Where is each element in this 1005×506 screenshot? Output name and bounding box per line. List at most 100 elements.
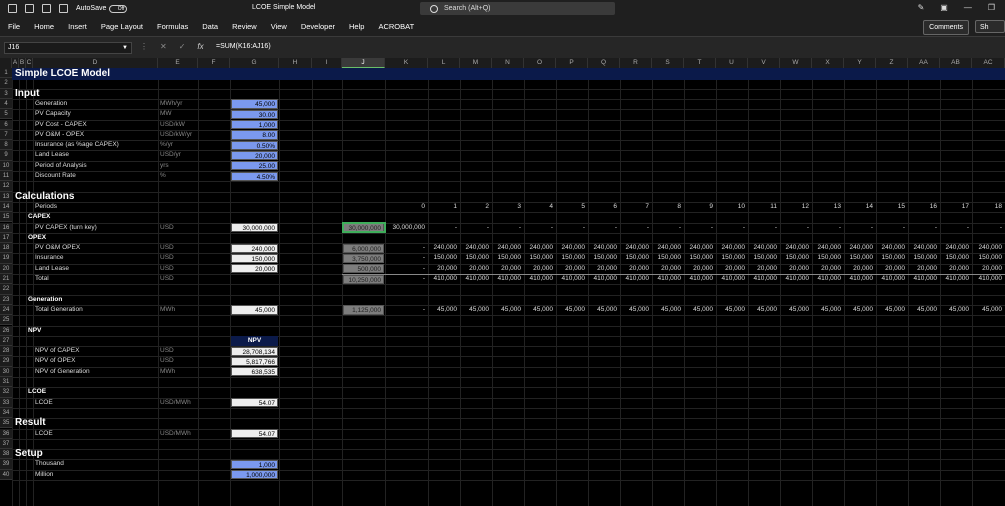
menu-tab-page-layout[interactable]: Page Layout xyxy=(101,22,143,31)
column-header-c[interactable]: C xyxy=(26,58,33,68)
column-header-l[interactable]: L xyxy=(428,58,460,68)
menu-tab-help[interactable]: Help xyxy=(349,22,364,31)
row-header-19[interactable]: 19 xyxy=(0,253,12,264)
cancel-icon[interactable]: ✕ xyxy=(160,42,167,51)
column-header-ac[interactable]: AC xyxy=(972,58,1005,68)
input-value-cell[interactable]: 1,000 xyxy=(231,120,278,130)
total-cell[interactable]: 240,000 xyxy=(231,243,278,253)
column-header-ab[interactable]: AB xyxy=(940,58,972,68)
row-header-23[interactable]: 23 xyxy=(0,294,12,305)
column-header-n[interactable]: N xyxy=(492,58,524,68)
row-header-39[interactable]: 39 xyxy=(0,459,12,470)
comments-button[interactable]: Comments xyxy=(923,20,969,35)
row-header-27[interactable]: 27 xyxy=(0,335,12,347)
sum-cell[interactable]: 500,000 xyxy=(343,264,384,274)
row-header-12[interactable]: 12 xyxy=(0,181,12,192)
search-input[interactable]: Search (Alt+Q) xyxy=(420,2,615,15)
row-header-25[interactable]: 25 xyxy=(0,315,12,326)
row-header-3[interactable]: 3 xyxy=(0,88,12,99)
pen-icon[interactable]: ✎ xyxy=(918,3,925,12)
menu-tab-acrobat[interactable]: ACROBAT xyxy=(378,22,414,31)
lcoe-value-cell[interactable]: 54.07 xyxy=(231,398,278,408)
formula-input[interactable]: =SUM(K16:AJ16) xyxy=(216,43,271,50)
name-box[interactable]: J16 ▼ xyxy=(4,42,132,54)
setup-value-cell[interactable]: 1,000,000 xyxy=(231,470,278,480)
row-header-33[interactable]: 33 xyxy=(0,397,12,408)
sum-cell[interactable]: 6,000,000 xyxy=(343,243,384,253)
column-header-t[interactable]: T xyxy=(684,58,716,68)
row-header-13[interactable]: 13 xyxy=(0,191,12,202)
column-header-y[interactable]: Y xyxy=(844,58,876,68)
column-header-g[interactable]: G xyxy=(230,58,279,68)
column-header-aa[interactable]: AA xyxy=(908,58,940,68)
sum-cell[interactable]: 10,250,000 xyxy=(343,274,384,284)
row-header-29[interactable]: 29 xyxy=(0,356,12,367)
row-header-38[interactable]: 38 xyxy=(0,449,12,460)
row-header-15[interactable]: 15 xyxy=(0,212,12,223)
row-header-40[interactable]: 40 xyxy=(0,469,12,480)
input-value-cell[interactable]: 8.00 xyxy=(231,130,278,140)
menu-tab-data[interactable]: Data xyxy=(202,22,218,31)
column-header-x[interactable]: X xyxy=(812,58,844,68)
more-options-icon[interactable]: ⋮ xyxy=(140,42,148,51)
column-header-o[interactable]: O xyxy=(524,58,556,68)
redo-icon[interactable] xyxy=(59,4,68,13)
npv-value-cell[interactable]: 638,535 xyxy=(231,367,278,377)
row-header-16[interactable]: 16 xyxy=(0,222,12,233)
column-header-b[interactable]: B xyxy=(19,58,26,68)
total-cell[interactable]: 150,000 xyxy=(231,253,278,264)
column-header-e[interactable]: E xyxy=(158,58,198,68)
autosave-toggle[interactable]: Off xyxy=(109,4,128,13)
enter-icon[interactable]: ✓ xyxy=(179,42,186,51)
column-header-m[interactable]: M xyxy=(460,58,492,68)
row-header-1[interactable]: 1 xyxy=(0,68,12,79)
column-header-u[interactable]: U xyxy=(716,58,748,68)
row-header-21[interactable]: 21 xyxy=(0,274,12,285)
row-header-2[interactable]: 2 xyxy=(0,78,12,89)
npv-value-cell[interactable]: 5,817,766 xyxy=(231,356,278,367)
total-cell[interactable]: 45,000 xyxy=(231,305,278,315)
menu-tab-developer[interactable]: Developer xyxy=(301,22,335,31)
insert-function-icon[interactable]: fx xyxy=(197,42,203,51)
row-header-35[interactable]: 35 xyxy=(0,418,12,429)
column-header-r[interactable]: R xyxy=(620,58,652,68)
row-header-28[interactable]: 28 xyxy=(0,346,12,357)
input-value-cell[interactable]: 25.00 xyxy=(231,161,278,171)
share-button[interactable]: Sh xyxy=(975,20,1005,33)
column-header-d[interactable]: D xyxy=(33,58,158,68)
column-header-k[interactable]: K xyxy=(385,58,428,68)
input-value-cell[interactable]: 4.50% xyxy=(231,171,278,181)
select-all-corner[interactable] xyxy=(0,58,12,68)
column-header-h[interactable]: H xyxy=(279,58,312,68)
sum-cell[interactable]: 1,125,000 xyxy=(343,305,384,315)
column-header-a[interactable]: A xyxy=(12,58,19,68)
column-header-w[interactable]: W xyxy=(780,58,812,68)
row-header-5[interactable]: 5 xyxy=(0,109,12,120)
autosave-control[interactable]: AutoSave Off xyxy=(76,4,128,13)
row-header-8[interactable]: 8 xyxy=(0,140,12,151)
column-header-s[interactable]: S xyxy=(652,58,684,68)
document-title[interactable]: LCOE Simple Model xyxy=(252,4,315,11)
row-header-22[interactable]: 22 xyxy=(0,284,12,295)
input-value-cell[interactable]: 0.50% xyxy=(231,140,278,150)
row-header-10[interactable]: 10 xyxy=(0,160,12,171)
menu-tab-view[interactable]: View xyxy=(271,22,287,31)
spreadsheet-grid[interactable]: A B C D E F G H I J K L M N O P Q R S T U V W X Y Z AA AB AC 1 2 3 4 5 6 7 8… xyxy=(0,58,1005,506)
menu-tab-insert[interactable]: Insert xyxy=(68,22,87,31)
restore-icon[interactable]: ❐ xyxy=(988,3,995,12)
column-header-p[interactable]: P xyxy=(556,58,588,68)
column-header-i[interactable]: I xyxy=(312,58,342,68)
sum-cell[interactable]: 3,750,000 xyxy=(343,253,384,264)
row-header-24[interactable]: 24 xyxy=(0,304,12,316)
row-header-6[interactable]: 6 xyxy=(0,119,12,130)
undo-icon[interactable] xyxy=(42,4,51,13)
result-value-cell[interactable]: 54.07 xyxy=(231,429,278,439)
row-header-34[interactable]: 34 xyxy=(0,407,12,419)
column-header-v[interactable]: V xyxy=(748,58,780,68)
row-header-11[interactable]: 11 xyxy=(0,171,12,182)
row-header-30[interactable]: 30 xyxy=(0,366,12,377)
input-value-cell[interactable]: 45,000 xyxy=(231,99,278,109)
row-header-31[interactable]: 31 xyxy=(0,377,12,388)
row-header-36[interactable]: 36 xyxy=(0,428,12,439)
row-header-14[interactable]: 14 xyxy=(0,201,12,213)
